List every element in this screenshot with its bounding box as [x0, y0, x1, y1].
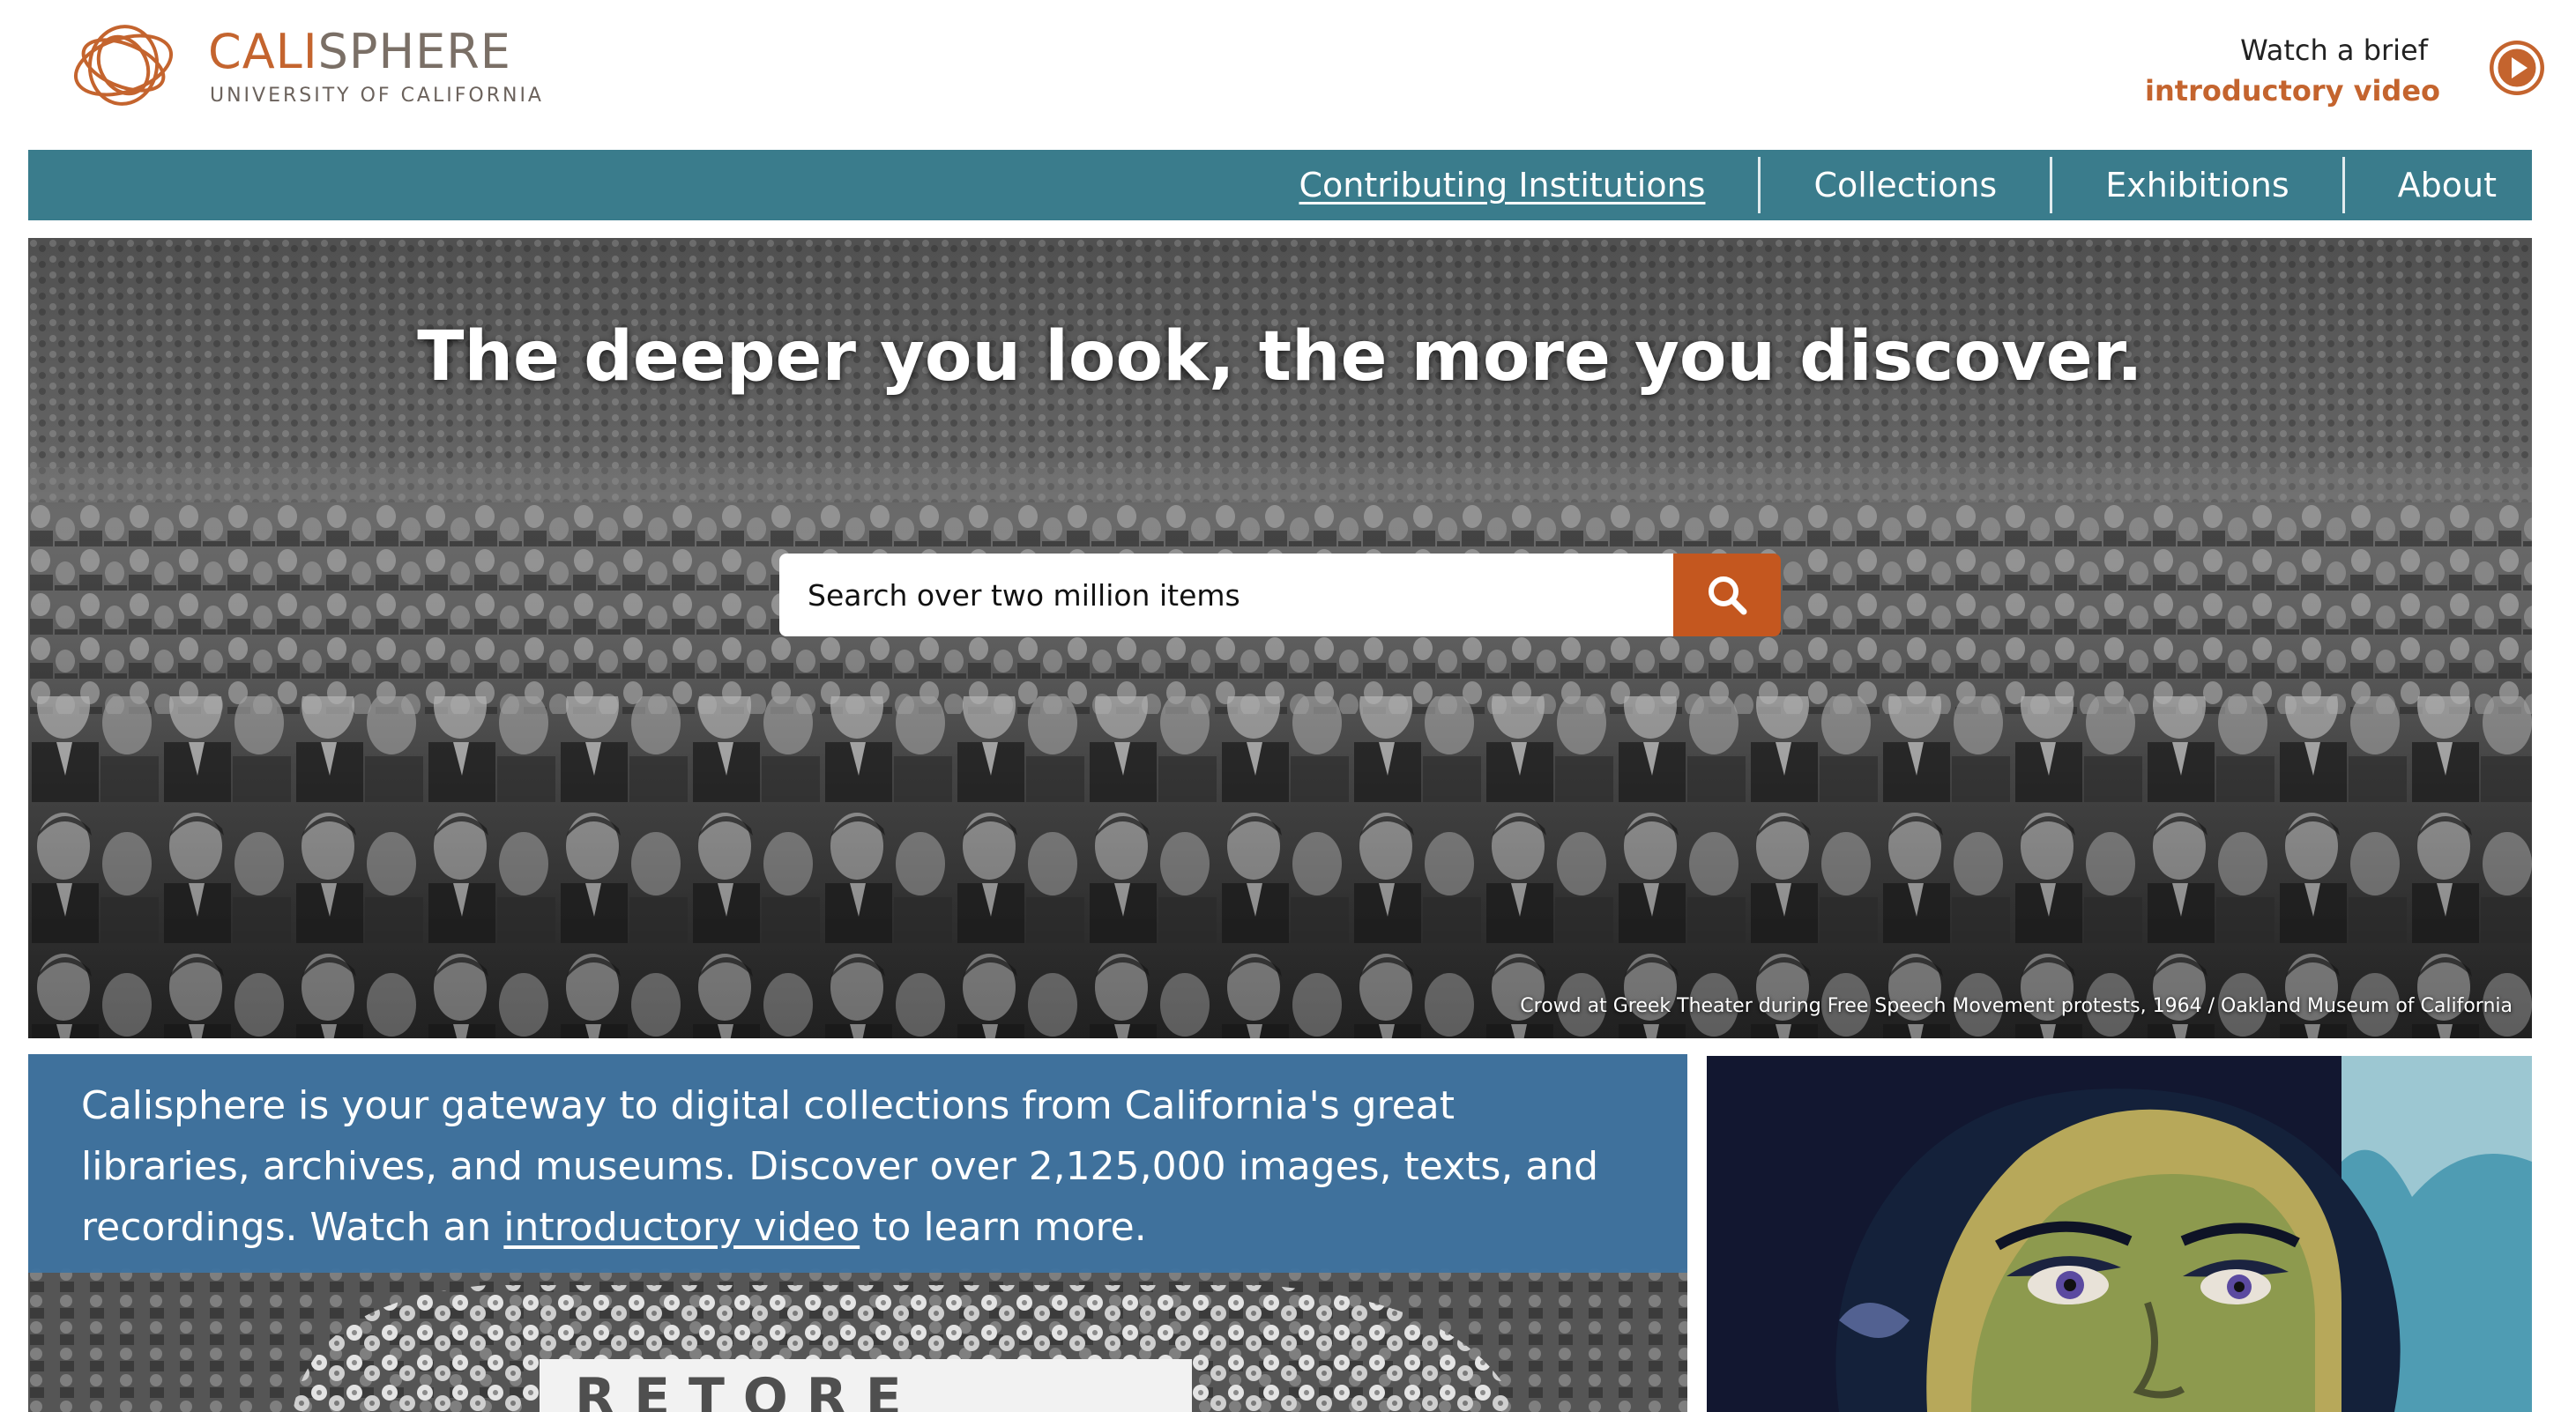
intro-text-after: to learn more. — [860, 1205, 1147, 1250]
main-nav: Contributing Institutions Collections Ex… — [28, 150, 2532, 220]
hero-photo-caption: Crowd at Greek Theater during Free Speec… — [1520, 995, 2513, 1017]
nav-about[interactable]: About — [2341, 157, 2532, 213]
intro-video-link[interactable]: introductory video — [2145, 74, 2440, 108]
search-button[interactable] — [1673, 554, 1781, 636]
search-form — [779, 554, 1781, 636]
video-promo-text: Watch a brief — [2240, 33, 2428, 67]
logo-subtitle: UNIVERSITY OF CALIFORNIA — [210, 85, 544, 107]
intro-description: Calisphere is your gateway to digital co… — [28, 1054, 1687, 1273]
nav-contributing-institutions[interactable]: Contributing Institutions — [1246, 157, 1758, 213]
nav-exhibitions[interactable]: Exhibitions — [2050, 157, 2341, 213]
featured-portrait-painting — [1707, 1056, 2532, 1412]
featured-artwork-panel[interactable] — [1707, 1056, 2532, 1412]
play-video-button[interactable] — [2490, 41, 2544, 95]
nav-collections[interactable]: Collections — [1758, 157, 2050, 213]
logo-wordmark: CALISPHERE — [208, 24, 511, 79]
calisphere-logo[interactable]: CALISPHERE UNIVERSITY OF CALIFORNIA — [62, 12, 555, 118]
calisphere-logo-icon — [73, 25, 174, 106]
site-header: CALISPHERE UNIVERSITY OF CALIFORNIA Watc… — [0, 0, 2576, 150]
search-input[interactable] — [779, 554, 1673, 636]
intro-video-promo: Watch a brief introductory video — [2145, 28, 2544, 116]
svg-text:R E T O R E: R E T O R E — [575, 1367, 902, 1412]
play-icon — [2493, 44, 2541, 92]
hero-tagline: The deeper you look, the more you discov… — [417, 317, 2143, 397]
hero-banner: The deeper you look, the more you discov… — [28, 238, 2532, 1038]
intro-panel: R E T O R E Calisphere is your gateway t… — [28, 1054, 1687, 1412]
intro-video-inline-link[interactable]: introductory video — [503, 1205, 860, 1250]
intro-paragraph: Calisphere is your gateway to digital co… — [81, 1075, 1633, 1258]
search-icon — [1709, 576, 1747, 615]
